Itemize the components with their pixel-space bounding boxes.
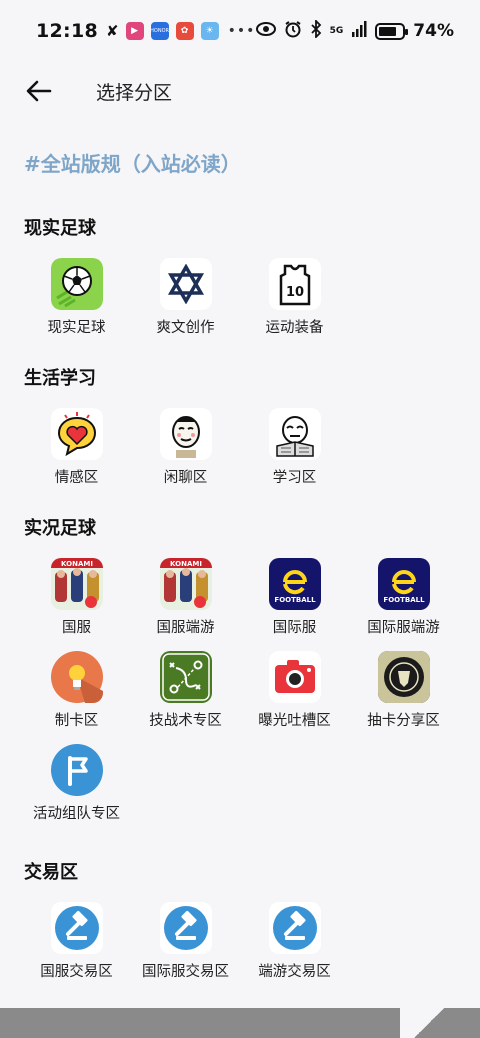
category-label: 抽卡分享区 bbox=[367, 713, 440, 729]
heart-bubble-icon bbox=[50, 408, 103, 460]
jersey-number: 10 bbox=[285, 285, 303, 300]
flag-icon bbox=[50, 744, 103, 796]
alarm-icon bbox=[284, 20, 302, 42]
konami-cover-icon: KONAMI bbox=[159, 558, 212, 610]
efootball-text: FOOTBALL bbox=[383, 596, 425, 604]
notification-icons: ✘ ▶ HONOR ✿ ☀ ••• bbox=[106, 22, 255, 40]
category-cn-trade[interactable]: 国服交易区 bbox=[22, 902, 131, 981]
status-right: 5G 74% bbox=[255, 18, 454, 42]
category-events[interactable]: 活动组队专区 bbox=[22, 744, 131, 823]
efootball-icon: FOOTBALL bbox=[268, 558, 321, 610]
section-title-trade: 交易区 bbox=[24, 862, 78, 883]
soccer-ball-icon bbox=[50, 258, 103, 310]
gavel-icon bbox=[268, 902, 321, 954]
category-label: 国际服交易区 bbox=[142, 964, 229, 980]
section-title-life-study: 生活学习 bbox=[24, 368, 96, 389]
category-label: 运动装备 bbox=[265, 320, 324, 336]
battery-icon bbox=[375, 22, 409, 40]
gavel-icon bbox=[159, 902, 212, 954]
category-label: 学习区 bbox=[272, 470, 317, 486]
category-intl-server[interactable]: FOOTBALL 国际服 bbox=[240, 558, 349, 637]
battery-percent: 74% bbox=[413, 21, 454, 41]
category-tactics[interactable]: 技战术专区 bbox=[131, 651, 240, 730]
signal-icon bbox=[351, 21, 367, 41]
weather-app-icon: ☀ bbox=[200, 22, 219, 40]
efootball-text: FOOTBALL bbox=[274, 596, 316, 604]
category-label: 国际服 bbox=[272, 620, 317, 636]
status-time: 12:18 bbox=[36, 20, 98, 42]
section-grid-trade: 国服交易区 国际服交易区 端游交易区 bbox=[22, 902, 458, 981]
category-label: 制卡区 bbox=[54, 713, 99, 729]
bluetooth-icon bbox=[310, 18, 322, 42]
category-label: 曝光吐槽区 bbox=[258, 713, 331, 729]
category-label: 爽文创作 bbox=[156, 320, 215, 336]
category-pc-trade[interactable]: 端游交易区 bbox=[240, 902, 349, 981]
video-app-icon: ▶ bbox=[125, 22, 144, 40]
tactics-board-icon bbox=[159, 651, 212, 703]
status-bar: 12:18 ✘ ▶ HONOR ✿ ☀ ••• 5G 74% bbox=[0, 0, 480, 62]
page-title: 选择分区 bbox=[96, 81, 173, 104]
card-emblem-icon bbox=[377, 651, 430, 703]
category-fiction[interactable]: 爽文创作 bbox=[131, 258, 240, 337]
category-label: 端游交易区 bbox=[258, 964, 331, 980]
category-label: 情感区 bbox=[54, 470, 99, 486]
header: 选择分区 bbox=[0, 62, 480, 120]
section-title-efootball: 实况足球 bbox=[24, 518, 96, 539]
section-grid-real-football: 现实足球 爽文创作 10 运动装备 bbox=[22, 258, 458, 337]
category-real-football[interactable]: 现实足球 bbox=[22, 258, 131, 337]
category-exposure[interactable]: 曝光吐槽区 bbox=[240, 651, 349, 730]
section-grid-efootball: KONAMI 国服 KONAMI 国服端游 FOOTBALL 国际服 FOOTB… bbox=[22, 558, 458, 823]
category-card-share[interactable]: 抽卡分享区 bbox=[349, 651, 458, 730]
category-emotion[interactable]: 情感区 bbox=[22, 408, 131, 487]
back-arrow-icon[interactable] bbox=[24, 76, 54, 106]
category-label: 活动组队专区 bbox=[33, 806, 120, 822]
rules-link[interactable]: #全站版规（入站必读） bbox=[24, 148, 241, 177]
category-label: 国服 bbox=[62, 620, 91, 636]
gavel-icon bbox=[50, 902, 103, 954]
konami-text: KONAMI bbox=[61, 560, 93, 568]
more-notifications-icon: ••• bbox=[227, 23, 256, 39]
category-label: 国服端游 bbox=[156, 620, 215, 636]
section-grid-life-study: 情感区 闲聊区 学习区 bbox=[22, 408, 458, 487]
category-label: 闲聊区 bbox=[163, 470, 208, 486]
category-chat[interactable]: 闲聊区 bbox=[131, 408, 240, 487]
camera-icon bbox=[268, 651, 321, 703]
missed-call-icon: ✘ bbox=[105, 22, 119, 40]
category-intl-trade[interactable]: 国际服交易区 bbox=[131, 902, 240, 981]
category-label: 现实足球 bbox=[47, 320, 106, 336]
category-label: 国际服端游 bbox=[367, 620, 440, 636]
category-study[interactable]: 学习区 bbox=[240, 408, 349, 487]
category-label: 国服交易区 bbox=[40, 964, 113, 980]
category-cn-pc[interactable]: KONAMI 国服端游 bbox=[131, 558, 240, 637]
category-cn-server[interactable]: KONAMI 国服 bbox=[22, 558, 131, 637]
category-equipment[interactable]: 10 运动装备 bbox=[240, 258, 349, 337]
category-label: 技战术专区 bbox=[149, 713, 222, 729]
konami-cover-icon: KONAMI bbox=[50, 558, 103, 610]
eye-icon bbox=[255, 22, 276, 40]
konami-text: KONAMI bbox=[170, 560, 202, 568]
study-meme-icon bbox=[268, 408, 321, 460]
section-title-real-football: 现实足球 bbox=[24, 218, 96, 239]
lightbulb-icon bbox=[50, 651, 103, 703]
weibo-app-icon: ✿ bbox=[175, 22, 194, 40]
jersey-icon: 10 bbox=[268, 258, 321, 310]
category-card-making[interactable]: 制卡区 bbox=[22, 651, 131, 730]
chat-meme-icon bbox=[159, 408, 212, 460]
efootball-icon: FOOTBALL bbox=[377, 558, 430, 610]
bottom-bar bbox=[0, 1008, 480, 1038]
honor-app-icon: HONOR bbox=[150, 22, 169, 40]
network-type: 5G bbox=[329, 25, 344, 36]
star-of-david-icon bbox=[159, 258, 212, 310]
category-intl-pc[interactable]: FOOTBALL 国际服端游 bbox=[349, 558, 458, 637]
